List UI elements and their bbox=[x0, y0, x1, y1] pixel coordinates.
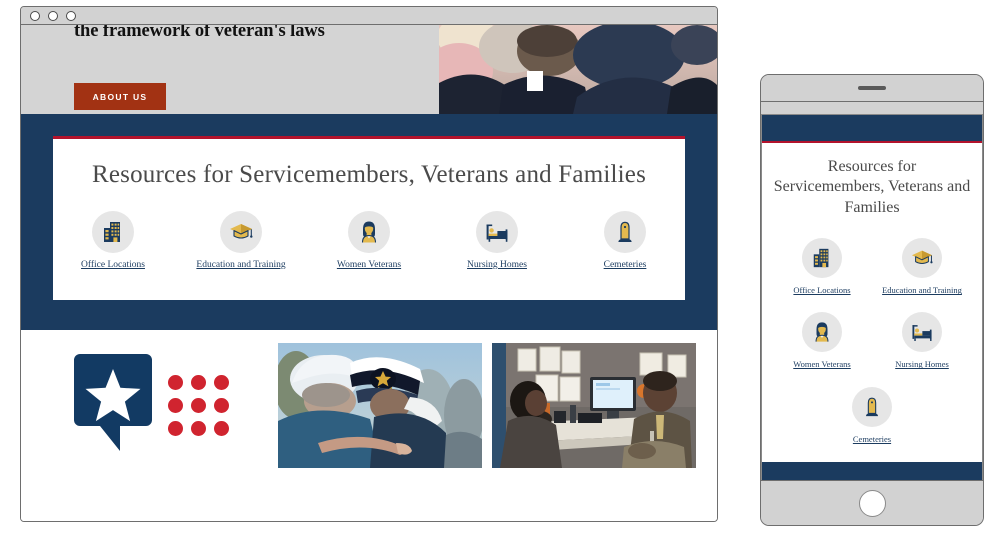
graduation-cap-icon bbox=[220, 211, 262, 253]
about-us-button[interactable]: ABOUT US bbox=[74, 83, 166, 110]
mobile-resource-link-education-and-training[interactable]: Education and Training bbox=[872, 238, 972, 296]
browser-titlebar bbox=[21, 7, 717, 25]
home-button[interactable] bbox=[858, 489, 886, 517]
brand-logo-zone bbox=[35, 354, 268, 457]
phone-home-area bbox=[761, 480, 983, 525]
speech-bubble-star-logo bbox=[74, 354, 152, 457]
mobile-navy-footer bbox=[762, 462, 982, 480]
close-icon[interactable] bbox=[30, 10, 40, 21]
mobile-viewport: Resources for Servicemembers, Veterans a… bbox=[761, 115, 983, 480]
phone-earpiece-area bbox=[761, 75, 983, 102]
red-dot bbox=[168, 398, 183, 414]
resource-link-office-locations[interactable]: Office Locations bbox=[67, 211, 159, 272]
speaker-grill-icon bbox=[858, 86, 886, 90]
resource-link-nursing-homes[interactable]: Nursing Homes bbox=[451, 211, 543, 272]
resource-link-cemeteries[interactable]: Cemeteries bbox=[579, 211, 671, 272]
responsive-preview-stage: the framework of veteran's laws ABOUT US bbox=[0, 0, 1000, 536]
hero-section: the framework of veteran's laws ABOUT US bbox=[21, 25, 717, 114]
red-dot bbox=[214, 398, 229, 414]
mobile-device-frame: Resources for Servicemembers, Veterans a… bbox=[760, 74, 984, 526]
resources-band: Resources for Servicemembers, Veterans a… bbox=[21, 114, 717, 330]
red-dot bbox=[168, 375, 183, 391]
office-building-icon bbox=[802, 238, 842, 279]
photo-veteran-embrace bbox=[278, 343, 482, 469]
woman-veteran-icon bbox=[802, 312, 842, 353]
red-dot bbox=[214, 421, 229, 437]
resources-card: Resources for Servicemembers, Veterans a… bbox=[53, 136, 685, 300]
hospital-bed-icon bbox=[476, 211, 518, 253]
resource-label: Education and Training bbox=[196, 260, 286, 270]
hero-photo bbox=[439, 25, 717, 114]
mobile-resource-label: Women Veterans bbox=[793, 359, 851, 370]
minimize-icon[interactable] bbox=[48, 10, 58, 21]
browser-viewport: the framework of veteran's laws ABOUT US bbox=[21, 25, 717, 521]
mobile-navy-header bbox=[762, 115, 982, 143]
red-dot bbox=[168, 421, 183, 437]
mobile-resource-link-office-locations[interactable]: Office Locations bbox=[772, 238, 872, 296]
red-dot bbox=[191, 421, 206, 437]
mobile-resource-label: Nursing Homes bbox=[895, 359, 949, 370]
resource-label: Office Locations bbox=[81, 260, 145, 270]
red-dot bbox=[191, 375, 206, 391]
red-dot bbox=[191, 398, 206, 414]
mobile-resource-label: Cemeteries bbox=[852, 433, 892, 444]
office-building-icon bbox=[92, 211, 134, 253]
mobile-resource-link-nursing-homes[interactable]: Nursing Homes bbox=[872, 312, 972, 370]
headstone-icon bbox=[852, 386, 892, 427]
mobile-resources-title: Resources for Servicemembers, Veterans a… bbox=[773, 158, 971, 216]
mobile-resource-link-women-veterans[interactable]: Women Veterans bbox=[772, 312, 872, 370]
phone-browser-chrome bbox=[761, 102, 983, 115]
resource-link-women-veterans[interactable]: Women Veterans bbox=[323, 211, 415, 272]
resources-title: Resources for Servicemembers, Veterans a… bbox=[91, 161, 647, 188]
photo-office-counseling bbox=[492, 343, 696, 469]
footer-strip bbox=[21, 329, 717, 482]
resources-icon-row: Office Locations Education and Training … bbox=[53, 211, 685, 272]
resource-label: Cemeteries bbox=[603, 260, 647, 270]
mobile-resource-label: Office Locations bbox=[793, 285, 851, 296]
hero-headline: the framework of veteran's laws bbox=[74, 25, 325, 41]
mobile-resources-section: Resources for Servicemembers, Veterans a… bbox=[762, 143, 982, 462]
resource-label: Nursing Homes bbox=[467, 260, 527, 270]
mobile-resource-label: Education and Training bbox=[882, 285, 962, 296]
resource-label: Women Veterans bbox=[336, 260, 402, 270]
red-dots-grid bbox=[168, 375, 229, 437]
hospital-bed-icon bbox=[902, 312, 942, 353]
headstone-icon bbox=[604, 211, 646, 253]
desktop-browser-window: the framework of veteran's laws ABOUT US bbox=[20, 6, 718, 522]
graduation-cap-icon bbox=[902, 238, 942, 279]
mobile-resources-grid: Office Locations Education and Training … bbox=[772, 238, 972, 444]
maximize-icon[interactable] bbox=[66, 10, 76, 21]
woman-veteran-icon bbox=[348, 211, 390, 253]
resource-link-education-and-training[interactable]: Education and Training bbox=[195, 211, 287, 272]
red-dot bbox=[214, 375, 229, 391]
mobile-resource-link-cemeteries[interactable]: Cemeteries bbox=[772, 386, 972, 445]
